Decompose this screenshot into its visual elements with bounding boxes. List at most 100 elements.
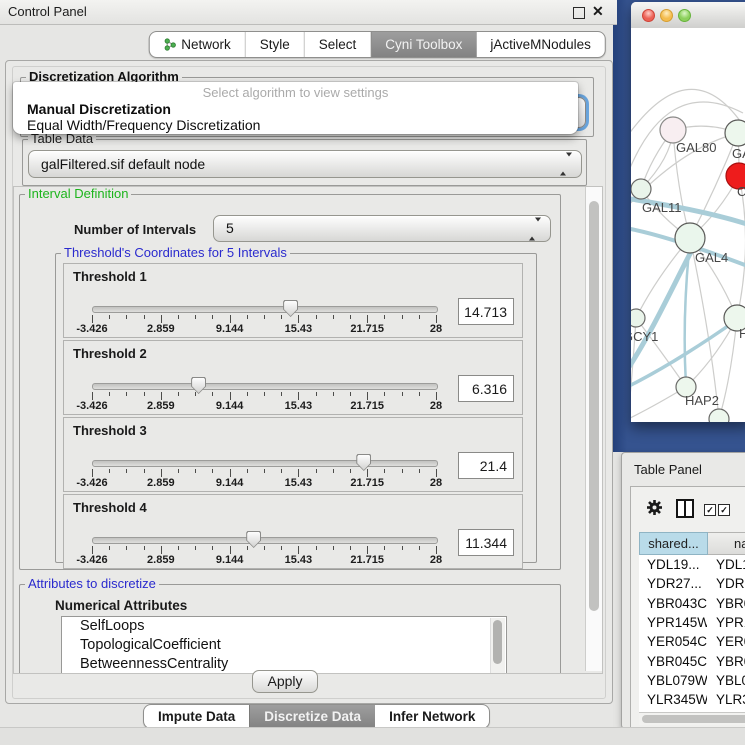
number-of-intervals-combo[interactable]: 5: [213, 215, 551, 242]
scrollbar-thumb[interactable]: [493, 620, 502, 664]
table-row[interactable]: YER054CYER0: [639, 632, 745, 651]
numerical-attributes-list[interactable]: SelfLoopsTopologicalCoefficientBetweenne…: [61, 616, 507, 674]
slider-track[interactable]: [92, 460, 438, 467]
content-vertical-scrollbar[interactable]: [585, 187, 602, 671]
table-row[interactable]: YPR145W YPR1: [639, 613, 745, 632]
table-data-combo[interactable]: galFiltered.sif default node: [28, 150, 582, 178]
tab-select[interactable]: Select: [304, 32, 371, 57]
cell-name: YBR0: [716, 594, 745, 613]
node-label: GCY1: [631, 329, 658, 344]
threshold-label: Threshold 2: [73, 346, 147, 361]
tab-discretize-data[interactable]: Discretize Data: [249, 705, 375, 728]
threshold-label: Threshold 1: [73, 269, 147, 284]
popup-hint: Select algorithm to view settings: [13, 85, 578, 100]
threshold-value-field[interactable]: 11.344: [458, 529, 514, 556]
tab-infer-network[interactable]: Infer Network: [375, 705, 489, 728]
interval-definition-title: Interval Definition: [25, 187, 131, 201]
threshold-value-field[interactable]: 21.4: [458, 452, 514, 479]
network-node[interactable]: [709, 409, 729, 422]
threshold-value-field[interactable]: 14.713: [458, 298, 514, 325]
threshold-panel-1: Threshold 1 -3.4262.8599.14415.4321.71528…: [63, 263, 523, 338]
float-window-icon[interactable]: [573, 7, 585, 19]
table-row[interactable]: YDL19...YDL1: [639, 555, 745, 574]
table-row[interactable]: YBR043C YBR0: [639, 594, 745, 613]
cell-name: YER0: [716, 632, 745, 651]
column-header-shared[interactable]: shared...: [639, 532, 708, 555]
threshold-value-field[interactable]: 6.316: [458, 375, 514, 402]
table-row[interactable]: YBR045C YBR0: [639, 652, 745, 671]
node-label: GAL80: [676, 140, 716, 155]
slider-tick-labels: -3.4262.8599.14415.4321.71528: [92, 477, 436, 489]
minimize-traffic-light-icon[interactable]: [660, 9, 673, 22]
tab-jactivemnodules[interactable]: jActiveMNodules: [476, 32, 605, 57]
cell-shared-name: YBR043C: [647, 594, 707, 613]
control-panel-titlebar: Control Panel ✕: [0, 0, 617, 25]
tab-label: Impute Data: [158, 705, 235, 728]
checkbox-icon[interactable]: ✓: [704, 504, 716, 516]
attributes-scrollbar[interactable]: [490, 618, 505, 674]
column-header-name[interactable]: na: [708, 532, 745, 555]
threshold-panel-2: Threshold 2-3.4262.8599.14415.4321.71528…: [63, 340, 523, 415]
close-icon[interactable]: ✕: [592, 3, 604, 20]
attribute-item[interactable]: TopologicalCoefficient: [62, 636, 506, 655]
scrollbar-thumb[interactable]: [642, 715, 745, 723]
tab-label: Infer Network: [389, 705, 475, 728]
split-columns-icon[interactable]: [676, 499, 694, 518]
tab-label: Network: [181, 32, 231, 57]
tab-impute-data[interactable]: Impute Data: [144, 705, 249, 728]
node-label: H: [739, 326, 745, 341]
cell-shared-name: YPR145W: [647, 613, 707, 632]
cell-name: YPR1: [716, 613, 745, 632]
network-graph: GAL80GAGAL11CGAL4GCY1HHAP2: [631, 28, 745, 422]
attribute-item[interactable]: SelfLoops: [62, 617, 506, 636]
network-canvas[interactable]: GAL80GAGAL11CGAL4GCY1HHAP2: [631, 28, 745, 422]
cell-name: YDR2: [716, 574, 745, 593]
algorithm-dropdown-popup: Select algorithm to view settings Manual…: [13, 82, 578, 134]
table-row[interactable]: YBL079WYBL0: [639, 671, 745, 690]
network-view-window: GAL80GAGAL11CGAL4GCY1HHAP2: [631, 2, 745, 422]
popup-option-1[interactable]: Manual Discretization: [27, 101, 171, 117]
slider-track[interactable]: [92, 306, 438, 313]
checkbox-icon[interactable]: ✓: [718, 504, 730, 516]
network-icon: [163, 38, 176, 51]
screen: GAL80GAGAL11CGAL4GCY1HHAP2 Table Panel ✓…: [0, 0, 745, 745]
table-row[interactable]: YLR345W YLR3: [639, 690, 745, 709]
attributes-group-title: Attributes to discretize: [25, 577, 159, 591]
cell-name: YBR0: [716, 652, 745, 671]
slider-tick-labels: -3.4262.8599.14415.4321.71528: [92, 323, 436, 335]
slider-track[interactable]: [92, 383, 438, 390]
gear-icon[interactable]: [646, 499, 663, 516]
number-of-intervals-label: Number of Intervals: [74, 222, 196, 237]
slider-track[interactable]: [92, 537, 438, 544]
cell-shared-name: YBR045C: [647, 652, 707, 671]
tab-cyni-toolbox[interactable]: Cyni Toolbox: [370, 32, 476, 57]
node-label: GA: [732, 146, 745, 161]
network-node[interactable]: [631, 309, 645, 327]
tab-style[interactable]: Style: [245, 32, 304, 57]
tab-label: Style: [260, 32, 290, 57]
apply-button[interactable]: Apply: [252, 670, 318, 693]
table-data-combo-value: galFiltered.sif default node: [41, 151, 557, 177]
close-traffic-light-icon[interactable]: [642, 9, 655, 22]
table-header: shared... na: [639, 532, 745, 555]
cell-name: YDL1: [716, 555, 745, 574]
intervals-combo-value: 5: [226, 216, 526, 241]
table-horizontal-scrollbar[interactable]: [639, 712, 745, 725]
threshold-panel-3: Threshold 3-3.4262.8599.14415.4321.71528…: [63, 417, 523, 492]
network-node[interactable]: [675, 223, 705, 253]
network-node[interactable]: [631, 179, 651, 199]
network-window-titlebar[interactable]: [631, 2, 745, 29]
scrollbar-thumb[interactable]: [589, 201, 599, 611]
panel-title: Control Panel: [8, 0, 87, 24]
popup-option-2[interactable]: Equal Width/Frequency Discretization: [27, 117, 260, 133]
numerical-attributes-label: Numerical Attributes: [55, 598, 187, 613]
cell-shared-name: YDR27...: [647, 574, 707, 593]
table-row[interactable]: YDR27... YDR2: [639, 574, 745, 593]
cell-name: YLR3: [716, 690, 745, 709]
cell-shared-name: YLR345W: [647, 690, 707, 709]
table-panel-window: Table Panel ✓ ✓ shared... na YDL19...YDL…: [621, 452, 745, 729]
tab-network[interactable]: Network: [149, 32, 245, 57]
table-rows: YDL19...YDL1YDR27...YDR2YBR043CYBR0YPR14…: [639, 555, 745, 712]
network-node[interactable]: [725, 120, 745, 146]
zoom-traffic-light-icon[interactable]: [678, 9, 691, 22]
